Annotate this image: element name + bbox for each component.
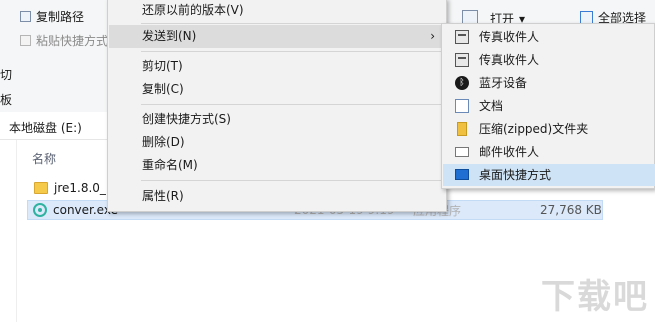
send-to-documents[interactable]: 文档 [443, 95, 655, 117]
bluetooth-icon: ᛒ [455, 76, 469, 90]
app-icon [33, 203, 47, 217]
copy-path-button[interactable]: 复制路径 [20, 8, 84, 25]
submenu-arrow-icon: › [430, 29, 435, 43]
fax-icon [455, 30, 469, 44]
desktop-icon [455, 169, 469, 180]
send-to-desktop-shortcut[interactable]: 桌面快捷方式 [443, 164, 655, 186]
copy-path-icon [20, 11, 31, 22]
menu-item-properties[interactable]: 属性(R) [109, 185, 445, 208]
clipboard-group-label: 板 [0, 93, 13, 107]
menu-item-copy[interactable]: 复制(C) [109, 78, 445, 101]
menu-item-delete[interactable]: 删除(D) [109, 131, 445, 154]
watermark-logo: 下载吧 [541, 277, 649, 317]
send-to-fax-recipient[interactable]: 传真收件人 [443, 26, 655, 48]
menu-item-create-shortcut[interactable]: 创建快捷方式(S) [109, 108, 445, 131]
address-path: 本地磁盘 (E:) [9, 121, 82, 135]
menu-item-send-to[interactable]: 发送到(N) › [109, 25, 445, 48]
menu-separator [141, 180, 441, 181]
menu-item-restore-previous[interactable]: 还原以前的版本(V) [109, 0, 445, 22]
menu-separator [141, 104, 441, 105]
mail-icon [455, 147, 469, 157]
send-to-bluetooth[interactable]: ᛒ 蓝牙设备 [443, 72, 655, 94]
document-icon [455, 99, 469, 113]
paste-icon [20, 35, 31, 46]
send-to-mail-recipient[interactable]: 邮件收件人 [443, 141, 655, 163]
fax-icon [455, 53, 469, 67]
navigation-pane [0, 140, 17, 322]
send-to-submenu: 传真收件人 传真收件人 ᛒ 蓝牙设备 文档 压缩(zipped)文件夹 邮件收件… [441, 23, 655, 189]
paste-shortcut-button[interactable]: 粘贴快捷方式 [20, 32, 108, 49]
context-menu: 还原以前的版本(V) 发送到(N) › 剪切(T) 复制(C) 创建快捷方式(S… [107, 0, 447, 212]
menu-separator [141, 51, 441, 52]
file-row[interactable]: jre1.8.0_1 [27, 178, 114, 198]
menu-item-cut[interactable]: 剪切(T) [109, 55, 445, 78]
cut-label[interactable]: 切 [0, 66, 12, 83]
zip-folder-icon [457, 122, 467, 136]
send-to-zip[interactable]: 压缩(zipped)文件夹 [443, 118, 655, 140]
column-header-name[interactable]: 名称 [32, 150, 56, 167]
send-to-fax-recipient[interactable]: 传真收件人 [443, 49, 655, 71]
menu-item-rename[interactable]: 重命名(M) [109, 154, 445, 177]
menu-separator [141, 23, 441, 24]
folder-icon [34, 182, 48, 194]
